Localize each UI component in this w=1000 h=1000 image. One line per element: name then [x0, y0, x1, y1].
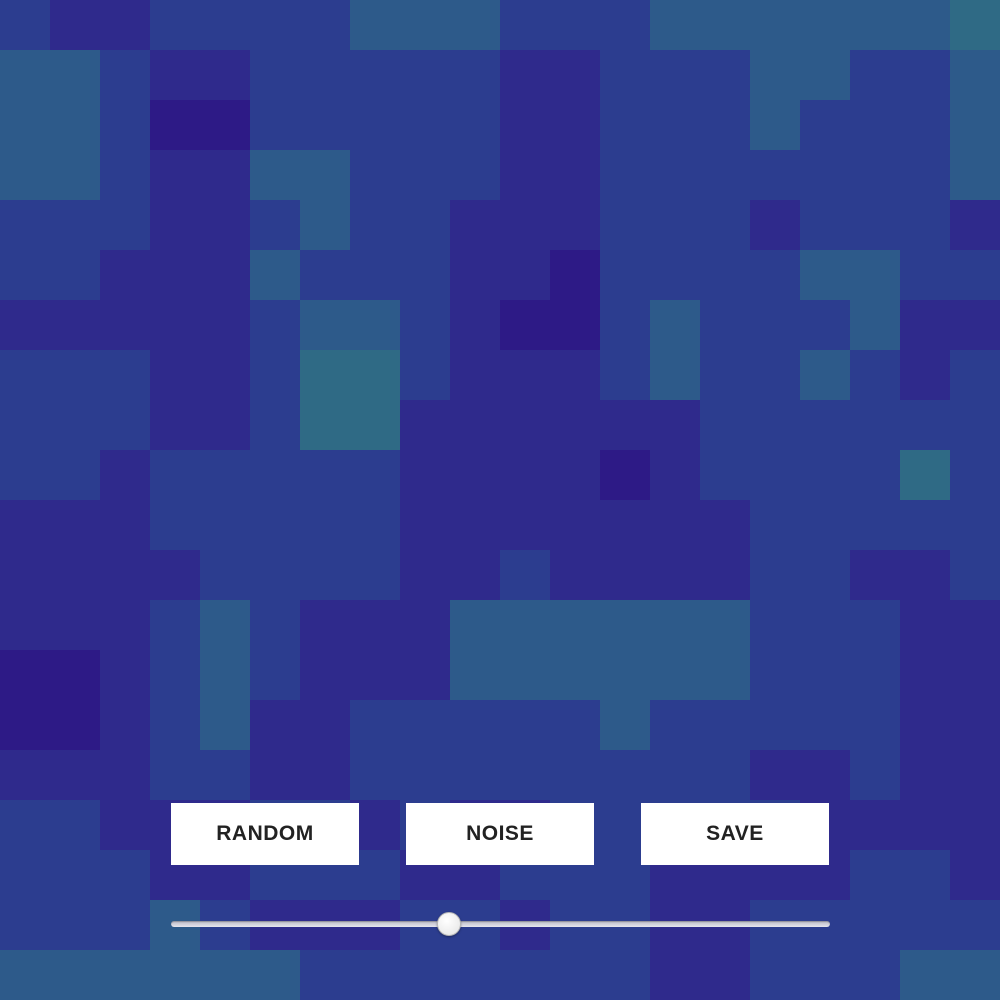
slider-thumb[interactable] [436, 912, 461, 936]
noise-button[interactable]: NOISE [406, 803, 594, 865]
save-button[interactable]: SAVE [641, 803, 829, 865]
random-button[interactable]: RANDOM [171, 803, 359, 865]
value-slider[interactable] [171, 908, 830, 942]
slider-track[interactable] [171, 921, 830, 927]
